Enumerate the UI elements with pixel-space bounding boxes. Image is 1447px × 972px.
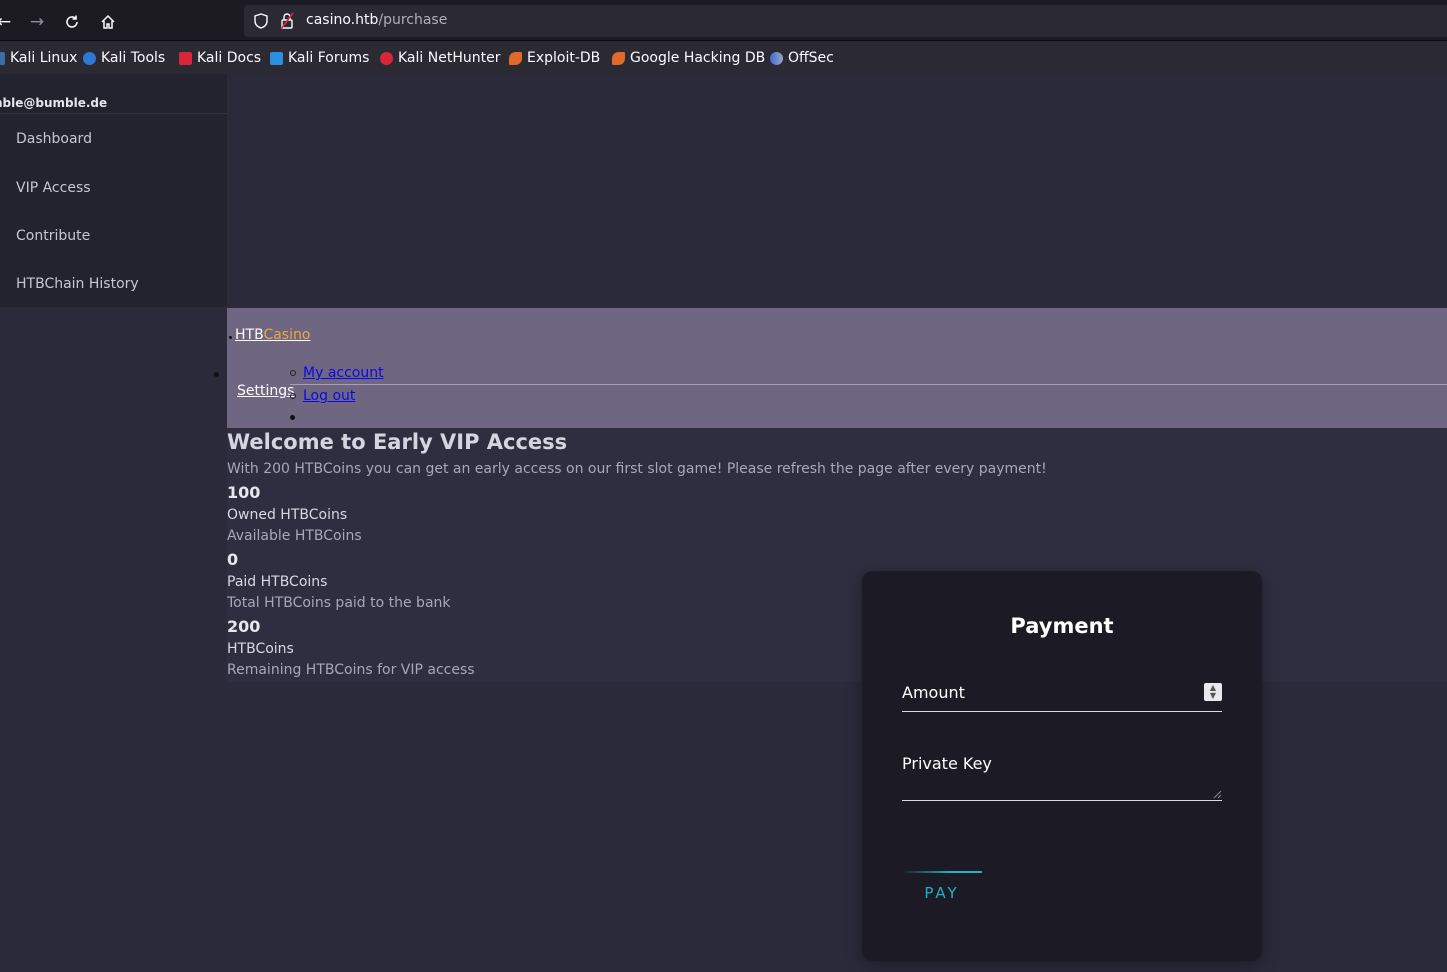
private-key-underline <box>902 800 1222 801</box>
insecure-lock-icon[interactable] <box>280 12 294 30</box>
bookmark-label: Google Hacking DB <box>630 50 766 66</box>
remaining-coins-desc: Remaining HTBCoins for VIP access <box>227 662 475 678</box>
user-email: nble@bumble.de <box>0 96 108 110</box>
url-field[interactable]: casino.htb/purchase <box>244 5 1447 37</box>
bookmark-kali-tools[interactable]: Kali Tools <box>83 49 165 67</box>
bookmark-offsec[interactable]: OffSec <box>770 49 834 67</box>
nav-divider <box>290 384 1447 385</box>
sidebar-item-contribute[interactable]: Contribute <box>16 228 90 244</box>
list-bullet <box>290 415 295 420</box>
sidebar-item-dashboard[interactable]: Dashboard <box>16 131 92 147</box>
bookmark-google-hacking-db[interactable]: Google Hacking DB <box>612 49 765 67</box>
list-circle <box>290 393 296 399</box>
bookmark-kali-forums[interactable]: Kali Forums <box>270 49 369 67</box>
kali-docs-icon <box>179 51 192 65</box>
brand-suffix: Casino <box>263 327 311 343</box>
remaining-coins-value: 200 <box>227 617 261 636</box>
payment-title: Payment <box>1010 614 1114 638</box>
bookmark-label: OffSec <box>788 50 834 66</box>
pay-button[interactable]: PAY <box>902 871 982 911</box>
settings-link[interactable]: Settings <box>237 383 294 399</box>
bookmarks-bar: Kali Linux Kali Tools Kali Docs Kali For… <box>0 41 1447 74</box>
page-subtitle: With 200 HTBCoins you can get an early a… <box>227 461 1047 477</box>
bookmark-label: Exploit-DB <box>527 50 601 66</box>
browser-toolbar: ← → casino.htb/purchase <box>0 0 1447 41</box>
bookmark-kali-nethunter[interactable]: Kali NetHunter <box>380 49 500 67</box>
sidebar: nble@bumble.de Dashboard VIP Access Cont… <box>0 74 227 307</box>
bookmark-label: Kali Tools <box>101 50 166 66</box>
sidebar-item-vip-access[interactable]: VIP Access <box>16 180 91 196</box>
payment-form: Payment Amount ▲ ▼ Private Key PAY <box>862 571 1262 961</box>
amount-underline <box>902 711 1222 712</box>
exploit-db-icon <box>509 51 522 65</box>
bookmark-exploit-db[interactable]: Exploit-DB <box>509 49 600 67</box>
sidebar-item-htbchain-history[interactable]: HTBChain History <box>16 276 139 292</box>
vip-access-section: Welcome to Early VIP Access With 200 HTB… <box>227 428 1447 682</box>
owned-coins-desc: Available HTBCoins <box>227 528 362 544</box>
owned-coins-label: Owned HTBCoins <box>227 507 348 523</box>
reload-icon[interactable] <box>58 8 86 36</box>
kali-tools-icon <box>83 51 96 65</box>
back-arrow-icon[interactable]: ← <box>0 8 18 36</box>
ghdb-icon <box>612 51 625 65</box>
list-circle <box>290 370 296 376</box>
page-title: Welcome to Early VIP Access <box>227 430 568 454</box>
brand-logo-link[interactable]: HTBCasino <box>235 327 310 343</box>
owned-coins-value: 100 <box>227 483 261 502</box>
remaining-coins-label: HTBCoins <box>227 641 294 657</box>
list-bullet <box>229 336 232 339</box>
amount-input[interactable]: Amount <box>902 683 965 702</box>
log-out-link[interactable]: Log out <box>303 388 355 404</box>
sidebar-divider <box>0 113 227 114</box>
my-account-link[interactable]: My account <box>303 365 384 381</box>
bookmark-label: Kali Docs <box>197 50 262 66</box>
top-navigation: HTBCasino Settings My account Log out <box>227 308 1447 428</box>
bookmark-kali-docs[interactable]: Kali Docs <box>179 49 261 67</box>
forward-arrow-icon[interactable]: → <box>23 8 51 36</box>
url-path: /purchase <box>378 12 448 28</box>
home-icon[interactable] <box>94 8 122 36</box>
shield-icon[interactable] <box>254 13 268 29</box>
paid-coins-desc: Total HTBCoins paid to the bank <box>227 595 451 611</box>
url-host: casino.htb <box>306 12 379 28</box>
button-accent-line <box>902 871 982 873</box>
pay-button-label: PAY <box>924 884 960 902</box>
page: nble@bumble.de Dashboard VIP Access Cont… <box>0 74 1447 972</box>
kali-forums-icon <box>270 51 283 65</box>
url-text: casino.htb/purchase <box>306 12 447 28</box>
bookmark-label: Kali Forums <box>288 50 370 66</box>
bookmark-label: Kali NetHunter <box>398 50 501 66</box>
resize-grip-icon[interactable] <box>1212 789 1222 799</box>
bookmark-label: Kali Linux <box>10 50 78 66</box>
bookmark-kali-linux[interactable]: Kali Linux <box>0 49 77 67</box>
paid-coins-label: Paid HTBCoins <box>227 574 328 590</box>
offsec-icon <box>770 51 783 65</box>
private-key-textarea[interactable]: Private Key <box>902 754 992 773</box>
number-spinner-icon[interactable]: ▲ ▼ <box>1204 683 1222 701</box>
paid-coins-value: 0 <box>227 550 239 569</box>
kali-dragon-icon <box>0 51 5 65</box>
brand-prefix: HTB <box>235 327 264 343</box>
kali-nethunter-icon <box>380 51 393 65</box>
list-bullet <box>214 372 219 377</box>
